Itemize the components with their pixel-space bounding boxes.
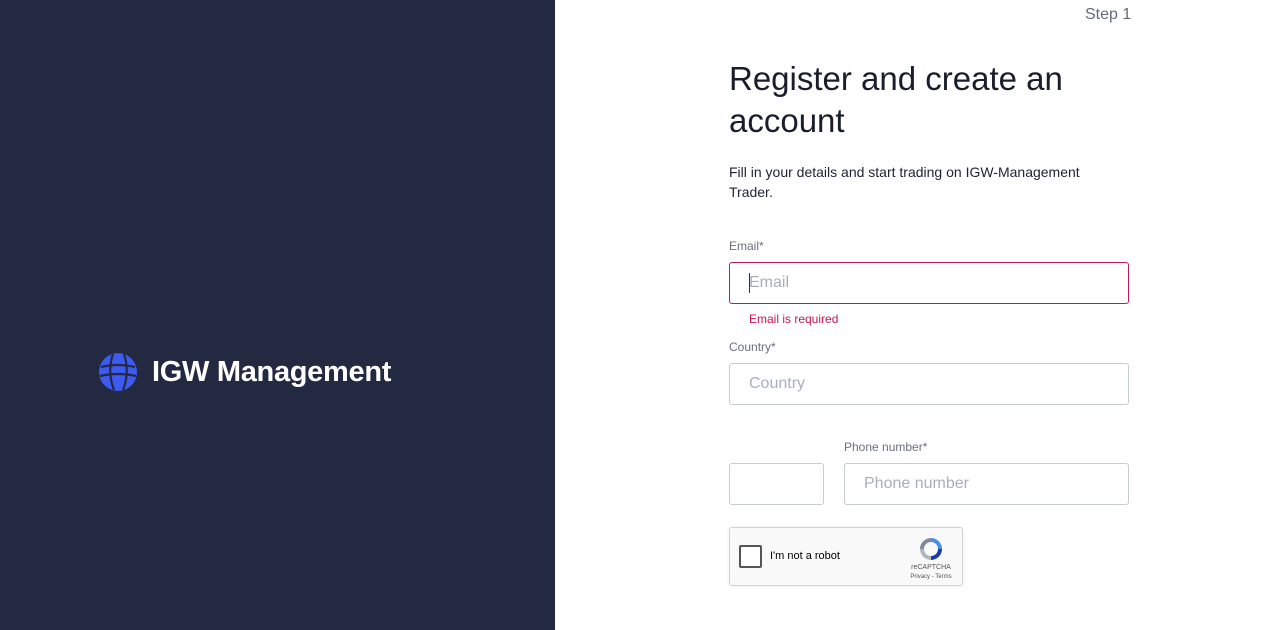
brand-name: IGW Management <box>152 355 392 388</box>
page-title: Register and create an account <box>729 60 1063 139</box>
email-label: Email* <box>729 239 764 253</box>
country-field[interactable] <box>729 363 1129 405</box>
recaptcha-checkbox[interactable] <box>739 545 762 568</box>
text-caret <box>749 273 750 293</box>
recaptcha-brand: reCAPTCHA <box>911 564 951 571</box>
email-error-message: Email is required <box>749 312 839 326</box>
recaptcha-links[interactable]: Privacy - Terms <box>900 574 962 580</box>
brand-panel: IGW Management <box>0 0 555 630</box>
globe-icon <box>99 353 137 391</box>
phone-number-field[interactable] <box>844 463 1129 505</box>
page-subtitle: Fill in your details and start trading o… <box>729 164 1080 200</box>
phone-code-field[interactable] <box>729 463 824 505</box>
recaptcha-logo-icon <box>920 538 942 560</box>
recaptcha-widget: I'm not a robot reCAPTCHA Privacy - Term… <box>729 527 963 586</box>
step-indicator: Step 1 <box>1085 6 1132 23</box>
country-label: Country* <box>729 340 776 354</box>
email-field[interactable] <box>729 262 1129 304</box>
email-field-wrapper <box>729 262 1129 304</box>
brand: IGW Management <box>98 352 391 392</box>
recaptcha-label: I'm not a robot <box>770 550 840 562</box>
registration-panel: Step 1 Register and create an account Fi… <box>555 0 1261 630</box>
registration-form: Register and create an account Fill in y… <box>729 58 1129 586</box>
phone-label: Phone number* <box>844 440 928 454</box>
